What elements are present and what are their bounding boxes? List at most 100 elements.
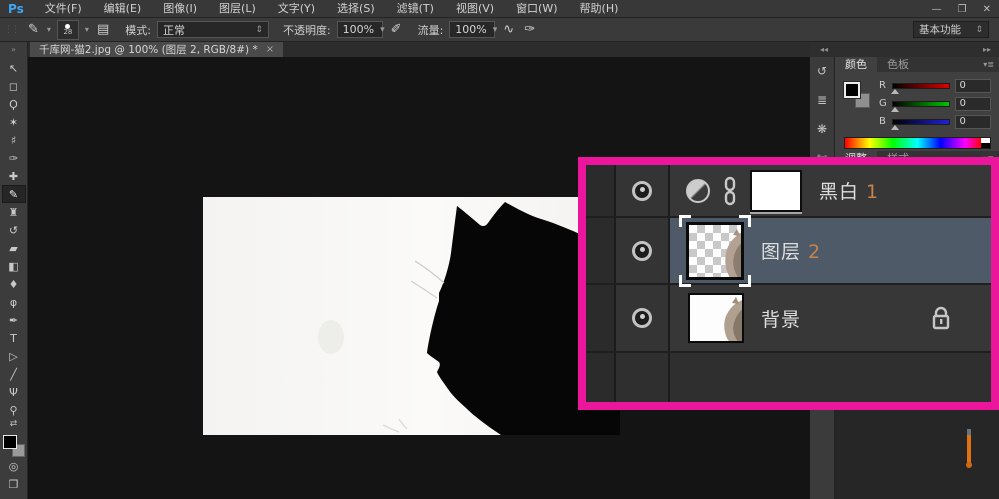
color-spectrum-ramp[interactable] [844,137,991,149]
layer-name[interactable]: 图层2 [761,237,821,264]
workspace-switcher[interactable]: 基本功能 ⇕ [913,21,989,38]
type-tool[interactable]: T [2,329,26,347]
hand-tool[interactable]: Ψ [2,383,26,401]
red-slider-label: R [879,80,887,91]
menu-file[interactable]: 文件(F) [34,0,93,18]
panel-foreground-swatch[interactable] [844,82,860,98]
menu-layer[interactable]: 图层(L) [208,0,267,18]
eyedropper-tool[interactable]: ✑ [2,149,26,167]
panel-menu-icon[interactable]: ▾≣ [983,60,999,69]
layer-mask-thumbnail[interactable] [750,170,802,212]
toggle-brush-panel-icon[interactable]: ▤ [95,22,111,37]
path-select-tool[interactable]: ▷ [2,347,26,365]
dock-collapse-right-icon[interactable]: ▸▸ [983,45,991,54]
properties-panel-icon[interactable]: ≣ [812,90,832,110]
black-white-adjustment-icon[interactable] [686,179,710,203]
selection-bracket-icon [739,215,751,227]
green-slider[interactable] [892,101,950,107]
zoom-tool[interactable]: ⚲ [2,401,26,419]
selection-bracket-icon [679,215,691,227]
menu-filter[interactable]: 滤镜(T) [386,0,445,18]
crop-tool[interactable]: ♯ [2,131,26,149]
blend-mode-value: 正常 [163,22,185,38]
blend-mode-select[interactable]: 正常 ⇕ [157,21,269,38]
photoshop-window: Ps 文件(F) 编辑(E) 图像(I) 图层(L) 文字(Y) 选择(S) 滤… [0,0,999,499]
green-value-field[interactable]: 0 [955,97,991,111]
lasso-tool[interactable]: Ϙ [2,95,26,113]
menu-type[interactable]: 文字(Y) [267,0,326,18]
magic-wand-tool[interactable]: ✶ [2,113,26,131]
restore-button[interactable]: ❐ [958,4,967,15]
document-close-icon[interactable]: × [266,44,274,55]
layer-row-blackwhite[interactable]: 黑白1 [586,165,991,218]
menu-view[interactable]: 视图(V) [445,0,505,18]
clone-stamp-tool[interactable]: ♜ [2,203,26,221]
color-swatches[interactable] [3,435,25,457]
foreground-color-swatch[interactable] [3,435,17,449]
visibility-cell [616,353,670,402]
tab-swatches[interactable]: 色板 [877,57,919,72]
pen-tool[interactable]: ✒ [2,311,26,329]
brush-tool[interactable]: ✎ [2,185,26,203]
tool-preset-caret-icon[interactable]: ▾ [47,25,51,34]
history-brush-tool[interactable]: ↺ [2,221,26,239]
blue-value-field[interactable]: 0 [955,115,991,129]
blur-tool[interactable]: ♦ [2,275,26,293]
screen-mode-button[interactable]: ❐ [2,475,26,493]
eye-icon[interactable] [632,308,652,328]
move-tool[interactable]: ↖ [2,59,26,77]
menu-image[interactable]: 图像(I) [152,0,208,18]
airbrush-icon[interactable]: ∿ [501,22,516,37]
healing-brush-tool[interactable]: ✚ [2,167,26,185]
eraser-tool[interactable]: ▰ [2,239,26,257]
history-panel-icon[interactable]: ↺ [812,61,832,81]
blue-slider-thumb[interactable] [891,125,899,130]
layer-row-layer2[interactable]: 图层2 [586,218,991,285]
menu-edit[interactable]: 编辑(E) [93,0,153,18]
layer-name[interactable]: 黑白1 [819,177,879,204]
flow-select[interactable]: 100% ▾ [449,21,495,38]
menu-window[interactable]: 窗口(W) [505,0,568,18]
lock-icon [931,305,951,331]
visibility-cell[interactable] [616,165,670,216]
pressure-opacity-icon[interactable]: ✐ [389,22,404,37]
document-tab[interactable]: 千库网-猫2.jpg @ 100% (图层 2, RGB/8#) * × [30,42,283,57]
panel-color-swatches[interactable] [844,82,870,108]
gradient-tool[interactable]: ◧ [2,257,26,275]
tab-color[interactable]: 颜色 [835,57,877,72]
swap-colors-icon[interactable]: ⇄ [10,419,18,431]
layer-name[interactable]: 背景 [761,305,801,332]
toolbar-collapse-button[interactable]: » [0,42,28,57]
visibility-cell[interactable] [616,218,670,283]
menu-help[interactable]: 帮助(H) [569,0,630,18]
brush-preset-picker[interactable]: 28 [57,20,79,40]
pressure-size-icon[interactable]: ✑ [522,22,537,37]
dodge-tool[interactable]: φ [2,293,26,311]
eye-icon[interactable] [632,241,652,261]
brush-size-value: 28 [63,29,72,36]
minimize-button[interactable]: — [932,4,942,15]
document-canvas[interactable] [203,197,620,435]
brush-tool-icon[interactable]: ✎ [26,22,41,37]
quick-mask-button[interactable]: ◎ [2,457,26,475]
green-slider-thumb[interactable] [891,107,899,112]
eye-icon[interactable] [632,181,652,201]
brush-presets-panel-icon[interactable]: ❋ [812,119,832,139]
panel-scrollbar[interactable] [967,429,971,465]
red-value-field[interactable]: 0 [955,79,991,93]
opacity-select[interactable]: 100% ▾ [337,21,383,38]
mode-label: 模式: [125,22,151,38]
brush-picker-caret-icon[interactable]: ▾ [85,25,89,34]
red-slider-thumb[interactable] [891,89,899,94]
blue-slider[interactable] [892,119,950,125]
layer-row-background[interactable]: 背景 [586,285,991,353]
red-slider[interactable] [892,83,950,89]
shape-tool[interactable]: ╱ [2,365,26,383]
menu-select[interactable]: 选择(S) [326,0,386,18]
dock-collapse-left-icon[interactable]: ◂◂ [820,45,828,54]
visibility-cell[interactable] [616,285,670,351]
layer-thumbnail[interactable] [688,293,744,343]
marquee-tool[interactable]: ◻ [2,77,26,95]
layer-thumbnail[interactable] [686,222,744,280]
close-button[interactable]: ✕ [983,4,991,15]
